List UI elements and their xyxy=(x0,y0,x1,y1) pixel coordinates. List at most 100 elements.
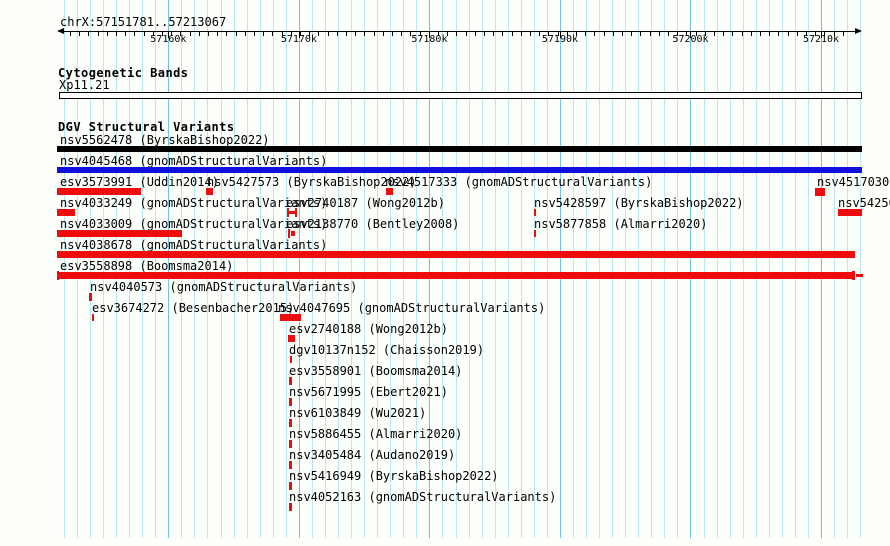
ruler-minor-tick xyxy=(585,31,587,36)
grid-minor-line xyxy=(703,0,705,538)
variant-glyph[interactable] xyxy=(57,188,141,195)
variant-label[interactable]: esv3558898 (Boomsma2014) xyxy=(60,260,233,272)
variant-label[interactable]: esv3558901 (Boomsma2014) xyxy=(289,365,462,377)
variant-label[interactable]: nsv5562478 (ByrskaBishop2022) xyxy=(60,134,270,146)
ruler-minor-tick xyxy=(125,31,127,36)
ruler-tick-label: 57200k xyxy=(672,34,709,45)
ruler-minor-tick xyxy=(778,31,780,36)
grid-minor-line xyxy=(520,0,522,538)
variant-glyph[interactable] xyxy=(289,482,292,490)
variant-glyph[interactable] xyxy=(289,377,292,385)
variant-glyph[interactable] xyxy=(57,251,855,258)
ruler-minor-tick xyxy=(760,31,761,36)
variant-label[interactable]: nsv4038678 (gnomADStructuralVariants) xyxy=(60,239,327,251)
grid-minor-line xyxy=(285,0,287,538)
variant-glyph[interactable] xyxy=(288,229,290,238)
ruler-minor-tick xyxy=(723,31,725,36)
variant-label[interactable]: nsv4047695 (gnomADStructuralVariants) xyxy=(278,302,545,314)
ruler-minor-tick xyxy=(530,31,531,36)
grid-minor-line xyxy=(272,0,274,538)
variant-label[interactable]: nsv5416949 (ByrskaBishop2022) xyxy=(289,470,499,482)
ruler-minor-tick xyxy=(392,31,393,36)
variant-glyph[interactable] xyxy=(57,146,862,152)
variant-label[interactable]: nsv4040573 (gnomADStructuralVariants) xyxy=(90,281,357,293)
variant-label[interactable]: esv3573991 (Uddin2014) xyxy=(60,176,219,188)
variant-glyph[interactable] xyxy=(838,209,862,216)
grid-minor-line xyxy=(612,0,614,538)
variant-glyph[interactable] xyxy=(534,230,536,237)
variant-label[interactable]: esv2138770 (Bentley2008) xyxy=(286,218,459,230)
variant-glyph[interactable] xyxy=(288,335,295,342)
variant-glyph[interactable] xyxy=(386,188,393,195)
variant-glyph[interactable] xyxy=(57,167,862,173)
variant-label[interactable]: esv2740187 (Wong2012b) xyxy=(286,197,445,209)
variant-label[interactable]: dgv10137n152 (Chaisson2019) xyxy=(289,344,484,356)
ruler-minor-tick xyxy=(502,31,504,36)
grid-minor-line xyxy=(599,0,601,538)
ruler-minor-tick xyxy=(97,31,99,36)
ruler-minor-tick xyxy=(493,31,495,36)
grid-minor-line xyxy=(507,0,509,538)
grid-minor-line xyxy=(533,0,535,538)
cytoband-box[interactable] xyxy=(59,92,862,99)
variant-glyph[interactable] xyxy=(280,314,301,321)
grid-minor-line xyxy=(586,0,587,538)
variant-glyph[interactable] xyxy=(289,440,292,448)
ruler-tick-label: 57210k xyxy=(802,34,840,45)
variant-glyph[interactable] xyxy=(289,419,292,427)
variant-label[interactable]: nsv5671995 (Ebert2021) xyxy=(289,386,448,398)
variant-label[interactable]: nsv4045468 (gnomADStructuralVariants) xyxy=(60,155,327,167)
ruler-minor-tick xyxy=(520,31,522,36)
variant-glyph[interactable] xyxy=(852,271,855,280)
variant-glyph[interactable] xyxy=(534,209,536,216)
variant-label[interactable]: nsv5886455 (Almarri2020) xyxy=(289,428,462,440)
variant-glyph[interactable] xyxy=(57,209,75,216)
variant-label[interactable]: nsv6103849 (Wu2021) xyxy=(289,407,426,419)
ruler-minor-tick xyxy=(511,31,513,36)
grid-minor-line xyxy=(742,0,744,538)
ruler-minor-tick xyxy=(484,31,485,36)
variant-label[interactable]: nsv3405484 (Audano2019) xyxy=(289,449,455,461)
variant-label[interactable]: esv3674272 (Besenbacher2015) xyxy=(92,302,294,314)
variant-label[interactable]: nsv5877858 (Almarri2020) xyxy=(534,218,707,230)
ruler-minor-tick xyxy=(787,31,789,36)
variant-glyph[interactable] xyxy=(856,274,863,277)
ruler-minor-tick xyxy=(539,31,541,36)
variant-glyph[interactable] xyxy=(290,356,292,363)
variant-glyph[interactable] xyxy=(57,230,182,237)
grid-minor-line xyxy=(664,0,666,538)
variant-label[interactable]: nsv4052163 (gnomADStructuralVariants) xyxy=(289,491,556,503)
ruler-minor-tick xyxy=(474,31,476,36)
ruler-right-arrow-icon xyxy=(855,28,862,34)
ruler-minor-tick xyxy=(750,31,752,36)
variant-glyph[interactable] xyxy=(295,208,297,217)
grid-minor-line xyxy=(794,0,796,538)
ruler-minor-tick xyxy=(143,31,145,36)
grid-minor-line xyxy=(481,0,483,538)
variant-glyph[interactable] xyxy=(289,461,292,469)
variant-label[interactable]: nsv4517333 (gnomADStructuralVariants) xyxy=(385,176,652,188)
variant-glyph[interactable] xyxy=(289,503,292,511)
ruler-minor-tick xyxy=(796,31,798,36)
ruler-minor-tick xyxy=(658,31,660,36)
variant-glyph[interactable] xyxy=(89,293,92,301)
region-coordinates-label: chrX:57151781..57213067 xyxy=(60,15,227,29)
variant-glyph[interactable] xyxy=(815,188,825,196)
variant-label[interactable]: esv2740188 (Wong2012b) xyxy=(289,323,448,335)
variant-label[interactable]: nsv5428597 (ByrskaBishop2022) xyxy=(534,197,744,209)
ruler-minor-tick xyxy=(649,31,651,36)
variant-label[interactable]: nsv4517030 ( xyxy=(817,176,890,188)
grid-minor-line xyxy=(468,0,470,538)
grid-minor-line xyxy=(651,0,653,538)
grid-minor-line xyxy=(625,0,627,538)
grid-major-line xyxy=(559,0,561,538)
variant-glyph[interactable] xyxy=(289,398,292,406)
grid-minor-line xyxy=(768,0,770,538)
variant-glyph[interactable] xyxy=(291,231,295,236)
variant-label[interactable]: nsv542506 xyxy=(838,197,890,209)
variant-glyph[interactable] xyxy=(57,272,853,279)
ruler-minor-tick xyxy=(769,31,771,36)
variant-glyph[interactable] xyxy=(206,188,213,195)
ruler-minor-tick xyxy=(594,31,596,36)
variant-glyph[interactable] xyxy=(92,314,94,321)
